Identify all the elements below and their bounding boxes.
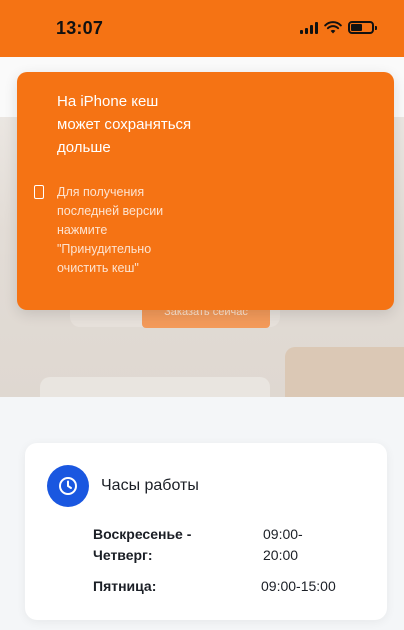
- phone-icon: [34, 185, 44, 199]
- hours-row-time: 09:00-20:00: [263, 526, 303, 563]
- status-icons: [300, 21, 377, 34]
- wifi-icon: [324, 21, 342, 34]
- working-hours-card: Часы работы Воскресенье - Четверг: 09:00…: [25, 443, 387, 620]
- hours-row-days: Воскресенье - Четверг:: [93, 526, 192, 563]
- hours-row-time: 09:00-15:00: [261, 578, 336, 594]
- toast-title: На iPhone кеш может сохраняться дольше: [57, 93, 192, 156]
- working-hours-title: Часы работы: [101, 477, 199, 494]
- battery-icon: [348, 21, 377, 34]
- toast-message: Для получения последней версии нажмите "…: [57, 185, 164, 275]
- hours-row-days: Пятница:: [93, 578, 157, 594]
- status-bar: 13:07: [0, 0, 404, 57]
- clock-icon: [47, 465, 89, 507]
- cellular-signal-icon: [300, 21, 318, 34]
- cache-notice-toast[interactable]: На iPhone кеш может сохраняться дольше Д…: [17, 72, 394, 310]
- status-time: 13:07: [56, 18, 104, 38]
